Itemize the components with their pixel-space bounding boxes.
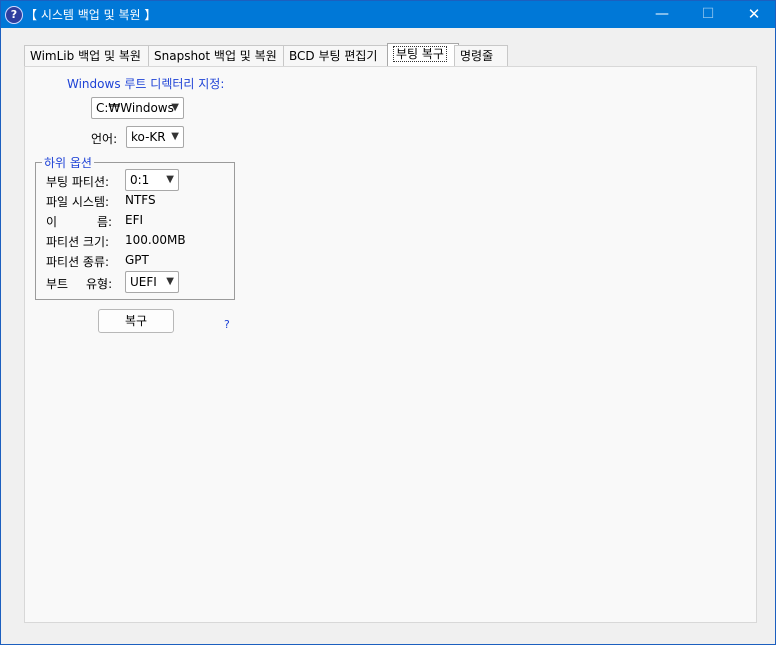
- root-dir-dropdown[interactable]: C:₩Windows ▼: [91, 97, 184, 119]
- maximize-button[interactable]: ☐: [685, 1, 731, 28]
- boot-type-label-second: 유형:: [86, 277, 113, 291]
- chevron-down-icon: ▼: [166, 174, 174, 185]
- sub-options-group: 하위 옵션 부팅 파티션: 0:1 ▼ 파일 시스템: NTFS 이 름: EF…: [35, 154, 235, 300]
- language-dropdown[interactable]: ko-KR ▼: [126, 126, 184, 148]
- tab-command-line[interactable]: 명령줄: [454, 45, 508, 66]
- name-label-first: 이: [46, 215, 58, 229]
- name-value: EFI: [125, 213, 144, 227]
- help-question-icon: ?: [5, 6, 23, 24]
- root-dir-label: Windows 루트 디렉터리 지정:: [67, 77, 225, 91]
- boot-type-dropdown[interactable]: UEFI ▼: [125, 271, 179, 293]
- help-link[interactable]: ?: [224, 318, 230, 331]
- tab-boot-repair[interactable]: 부팅 복구: [387, 43, 459, 66]
- root-dir-value: C:₩Windows: [96, 101, 174, 115]
- partition-type-label: 파티션 종류:: [46, 255, 110, 269]
- language-value: ko-KR: [131, 130, 166, 144]
- window-title: 【 시스템 백업 및 복원 】: [25, 8, 157, 22]
- boot-type-value: UEFI: [130, 275, 157, 289]
- close-button[interactable]: ✕: [731, 1, 776, 28]
- tab-wimlib[interactable]: WimLib 백업 및 복원: [24, 45, 149, 66]
- tab-bcd-editor[interactable]: BCD 부팅 편집기: [283, 45, 393, 66]
- boot-partition-label: 부팅 파티션:: [46, 175, 110, 189]
- boot-partition-dropdown[interactable]: 0:1 ▼: [125, 169, 179, 191]
- boot-type-label-first: 부트: [46, 277, 69, 291]
- sub-options-title: 하위 옵션: [42, 154, 94, 171]
- language-label: 언어:: [91, 132, 118, 146]
- boot-repair-panel: Windows 루트 디렉터리 지정: C:₩Windows ▼ 언어: ko-…: [24, 66, 757, 623]
- chevron-down-icon: ▼: [166, 276, 174, 287]
- filesystem-label: 파일 시스템:: [46, 195, 110, 209]
- chevron-down-icon: ▼: [171, 102, 179, 113]
- chevron-down-icon: ▼: [171, 131, 179, 142]
- partition-type-value: GPT: [125, 253, 149, 267]
- boot-partition-value: 0:1: [130, 173, 150, 187]
- client-area: WimLib 백업 및 복원 Snapshot 백업 및 복원 BCD 부팅 편…: [1, 28, 775, 644]
- partition-size-value: 100.00MB: [125, 233, 186, 247]
- tab-snapshot[interactable]: Snapshot 백업 및 복원: [148, 45, 284, 66]
- filesystem-value: NTFS: [125, 193, 156, 207]
- tab-boot-repair-label: 부팅 복구: [393, 46, 447, 62]
- partition-size-label: 파티션 크기:: [46, 235, 110, 249]
- main-window: ? 【 시스템 백업 및 복원 】 — ☐ ✕ WimLib 백업 및 복원 S…: [0, 0, 776, 645]
- title-bar[interactable]: ? 【 시스템 백업 및 복원 】 — ☐ ✕: [1, 1, 775, 28]
- restore-button[interactable]: 복구: [98, 309, 174, 333]
- name-label-second: 름:: [97, 215, 113, 229]
- minimize-button[interactable]: —: [639, 1, 685, 28]
